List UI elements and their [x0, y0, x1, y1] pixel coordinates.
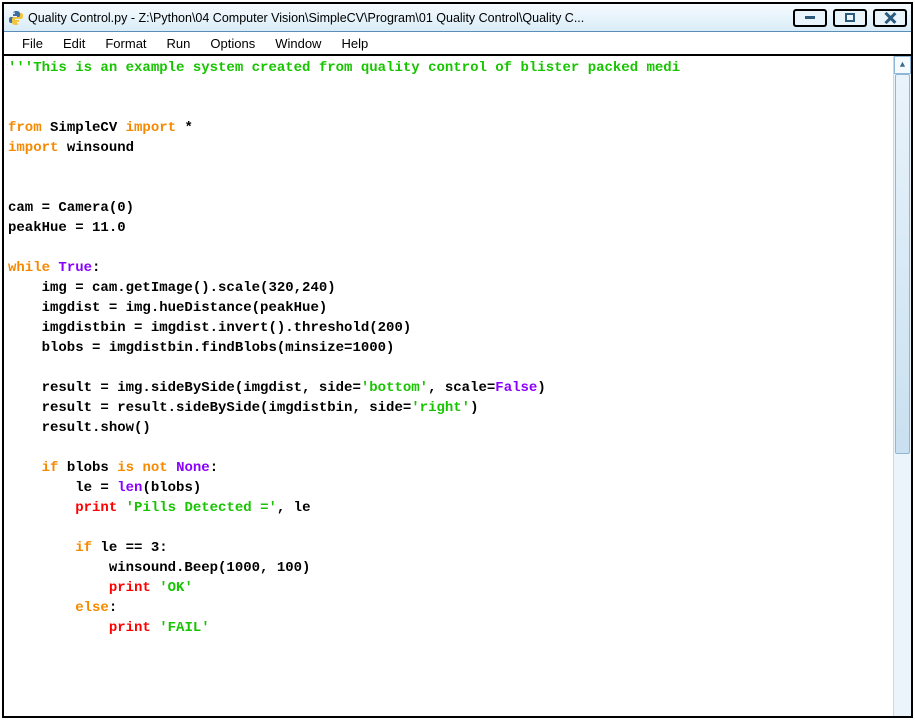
- token-docstring: '''This is an example system created fro…: [8, 60, 680, 76]
- token-string: 'bottom': [361, 380, 428, 396]
- code-line: blobs = imgdistbin.findBlobs(minsize=100…: [8, 340, 394, 356]
- token-keyword: from: [8, 120, 42, 136]
- code-line: result.show(): [8, 420, 151, 436]
- token-keyword: import: [8, 140, 58, 156]
- token-keyword: while: [8, 260, 50, 276]
- token-keyword: import: [126, 120, 176, 136]
- token-keyword: if: [75, 540, 92, 556]
- token: [117, 500, 125, 516]
- token: [151, 580, 159, 596]
- scroll-up-button[interactable]: ▲: [894, 56, 911, 74]
- scroll-thumb[interactable]: [895, 74, 910, 454]
- menu-run[interactable]: Run: [157, 34, 201, 53]
- token: [8, 580, 109, 596]
- code-line: winsound.Beep(1000, 100): [8, 560, 310, 576]
- token: [151, 620, 159, 636]
- token-builtin: None: [176, 460, 210, 476]
- window-title: Quality Control.py - Z:\Python\04 Comput…: [28, 11, 787, 25]
- token: [8, 500, 75, 516]
- token: le =: [8, 480, 117, 496]
- token: , scale=: [428, 380, 495, 396]
- code-line: imgdistbin = imgdist.invert().threshold(…: [8, 320, 411, 336]
- vertical-scrollbar[interactable]: ▲: [893, 56, 911, 716]
- token: , le: [277, 500, 311, 516]
- token-keyword: print: [109, 580, 151, 596]
- token: ): [470, 400, 478, 416]
- token: [8, 460, 42, 476]
- menu-options[interactable]: Options: [200, 34, 265, 53]
- python-idle-icon: [8, 10, 24, 26]
- token: blobs: [58, 460, 117, 476]
- token: :: [109, 600, 117, 616]
- menu-help[interactable]: Help: [331, 34, 378, 53]
- token-keyword: print: [75, 500, 117, 516]
- menubar: File Edit Format Run Options Window Help: [4, 32, 911, 56]
- token: :: [210, 460, 218, 476]
- token-keyword: if: [42, 460, 59, 476]
- token: [8, 540, 75, 556]
- token-keyword: print: [109, 620, 151, 636]
- token: [168, 460, 176, 476]
- token-string: 'Pills Detected =': [126, 500, 277, 516]
- token-string: 'OK': [159, 580, 193, 596]
- token: winsound: [58, 140, 134, 156]
- code-line: img = cam.getImage().scale(320,240): [8, 280, 336, 296]
- token-string: 'FAIL': [159, 620, 209, 636]
- token: result = result.sideBySide(imgdistbin, s…: [8, 400, 411, 416]
- token-string: 'right': [411, 400, 470, 416]
- code-line: cam = Camera(0): [8, 200, 134, 216]
- token-keyword: not: [142, 460, 167, 476]
- menu-window[interactable]: Window: [265, 34, 331, 53]
- token-builtin: len: [117, 480, 142, 496]
- window-controls: [793, 9, 907, 27]
- menu-edit[interactable]: Edit: [53, 34, 95, 53]
- token: [8, 600, 75, 616]
- code-line: peakHue = 11.0: [8, 220, 126, 236]
- editor-area: '''This is an example system created fro…: [4, 56, 911, 716]
- menu-file[interactable]: File: [12, 34, 53, 53]
- token-keyword: is: [117, 460, 134, 476]
- minimize-button[interactable]: [793, 9, 827, 27]
- token: ): [537, 380, 545, 396]
- token: le == 3:: [92, 540, 168, 556]
- token: :: [92, 260, 100, 276]
- token-builtin: True: [58, 260, 92, 276]
- token: [8, 620, 109, 636]
- token-keyword: else: [75, 600, 109, 616]
- token: SimpleCV: [42, 120, 126, 136]
- titlebar[interactable]: Quality Control.py - Z:\Python\04 Comput…: [4, 4, 911, 32]
- menu-format[interactable]: Format: [95, 34, 156, 53]
- code-line: imgdist = img.hueDistance(peakHue): [8, 300, 327, 316]
- token-builtin: False: [495, 380, 537, 396]
- code-editor[interactable]: '''This is an example system created fro…: [4, 56, 893, 716]
- close-button[interactable]: [873, 9, 907, 27]
- idle-window: Quality Control.py - Z:\Python\04 Comput…: [2, 2, 913, 718]
- token: (blobs): [142, 480, 201, 496]
- token: *: [176, 120, 193, 136]
- maximize-button[interactable]: [833, 9, 867, 27]
- token: result = img.sideBySide(imgdist, side=: [8, 380, 361, 396]
- scroll-track[interactable]: [894, 74, 911, 716]
